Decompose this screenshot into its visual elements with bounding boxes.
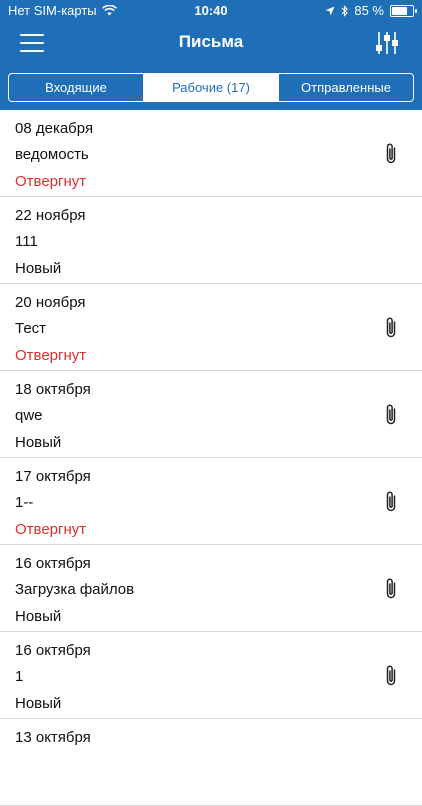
paperclip-icon [384, 490, 398, 514]
message-date: 13 октября [15, 729, 91, 746]
message-row[interactable]: 16 октября Загрузка файлов Новый [0, 545, 422, 632]
message-row[interactable]: 18 октября qwe Новый [0, 371, 422, 458]
message-status: Отвергнут [15, 173, 87, 190]
battery-fill [392, 6, 407, 15]
message-subject: Загрузка файлов [15, 581, 135, 598]
sliders-filter-icon[interactable] [374, 30, 400, 56]
message-date: 22 ноября [15, 207, 86, 224]
bluetooth-icon [341, 4, 349, 17]
folder-tabs-wrap: Входящие Рабочие (17) Отправленные [0, 64, 422, 110]
message-status: Новый [15, 695, 62, 712]
message-status: Новый [15, 260, 62, 277]
message-date: 08 декабря [15, 120, 94, 137]
message-subject: qwe [15, 407, 43, 424]
message-row[interactable]: 08 декабря ведомость Отвергнут [0, 110, 422, 197]
message-row[interactable]: 20 ноября Тест Отвергнут [0, 284, 422, 371]
message-subject: 1-- [15, 494, 34, 511]
location-arrow-icon [325, 6, 335, 15]
message-status: Новый [15, 608, 62, 625]
message-row[interactable]: 22 ноября 111 Новый [0, 197, 422, 284]
nav-bar: Письма [0, 22, 422, 64]
battery-percent: 85 % [354, 3, 384, 18]
folder-tabs: Входящие Рабочие (17) Отправленные [8, 73, 414, 102]
message-date: 16 октября [15, 642, 91, 659]
message-status: Новый [15, 434, 62, 451]
message-subject: 111 [15, 233, 38, 250]
paperclip-icon [384, 664, 398, 688]
message-row[interactable]: 17 октября 1-- Отвергнут [0, 458, 422, 545]
page-title: Письма [178, 32, 244, 51]
message-status: Отвергнут [15, 347, 87, 364]
message-date: 16 октября [15, 555, 91, 572]
paperclip-icon [384, 142, 398, 166]
message-subject: ведомость [15, 146, 89, 163]
status-bar: Нет SIM-карты 10:40 85 % [0, 0, 422, 22]
message-subject: Тест [15, 320, 47, 337]
message-list: 08 декабря ведомость Отвергнут 22 ноября 111… [0, 110, 422, 806]
message-row[interactable]: 13 октября [0, 719, 422, 806]
app-header: Нет SIM-карты 10:40 85 % Письма Входящие… [0, 0, 422, 110]
status-right: 85 % [325, 3, 417, 18]
battery-icon [390, 4, 417, 17]
message-subject: 1 [15, 668, 24, 685]
tab-inbox[interactable]: Входящие [9, 74, 143, 101]
paperclip-icon [384, 577, 398, 601]
message-status: Отвергнут [15, 521, 87, 538]
tab-sent[interactable]: Отправленные [278, 74, 413, 101]
paperclip-icon [384, 403, 398, 427]
message-date: 17 октября [15, 468, 91, 485]
message-date: 18 октября [15, 381, 91, 398]
tab-working[interactable]: Рабочие (17) [143, 74, 278, 101]
message-row[interactable]: 16 октября 1 Новый [0, 632, 422, 719]
message-date: 20 ноября [15, 294, 86, 311]
paperclip-icon [384, 316, 398, 340]
